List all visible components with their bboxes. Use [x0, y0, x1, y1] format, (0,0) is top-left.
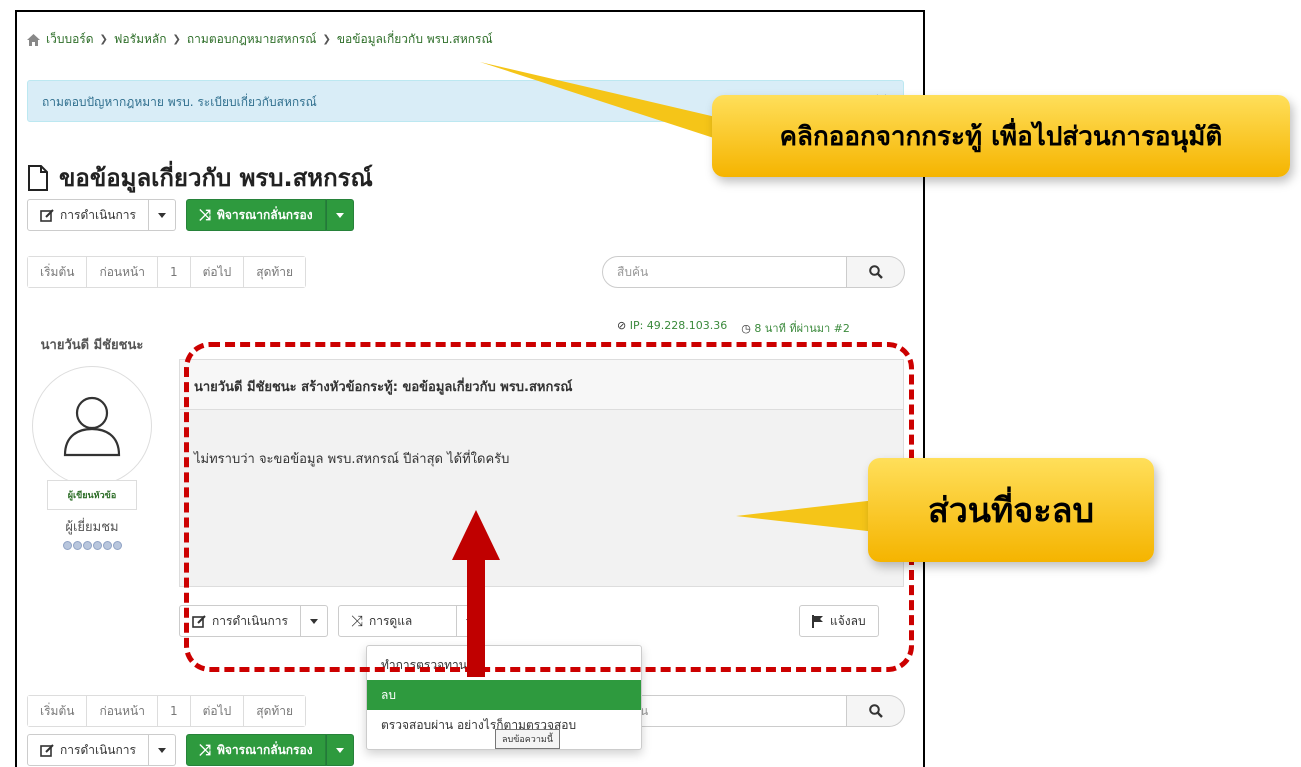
- callout-pointer-right: [736, 500, 876, 532]
- exit-topic-callout: คลิกออกจากกระทู้ เพื่อไปส่วนการอนุมัติ: [712, 95, 1290, 177]
- up-arrow-icon: [452, 510, 500, 677]
- callout-pointer-top: [480, 62, 720, 140]
- delete-area-callout: ส่วนที่จะลบ: [868, 458, 1154, 562]
